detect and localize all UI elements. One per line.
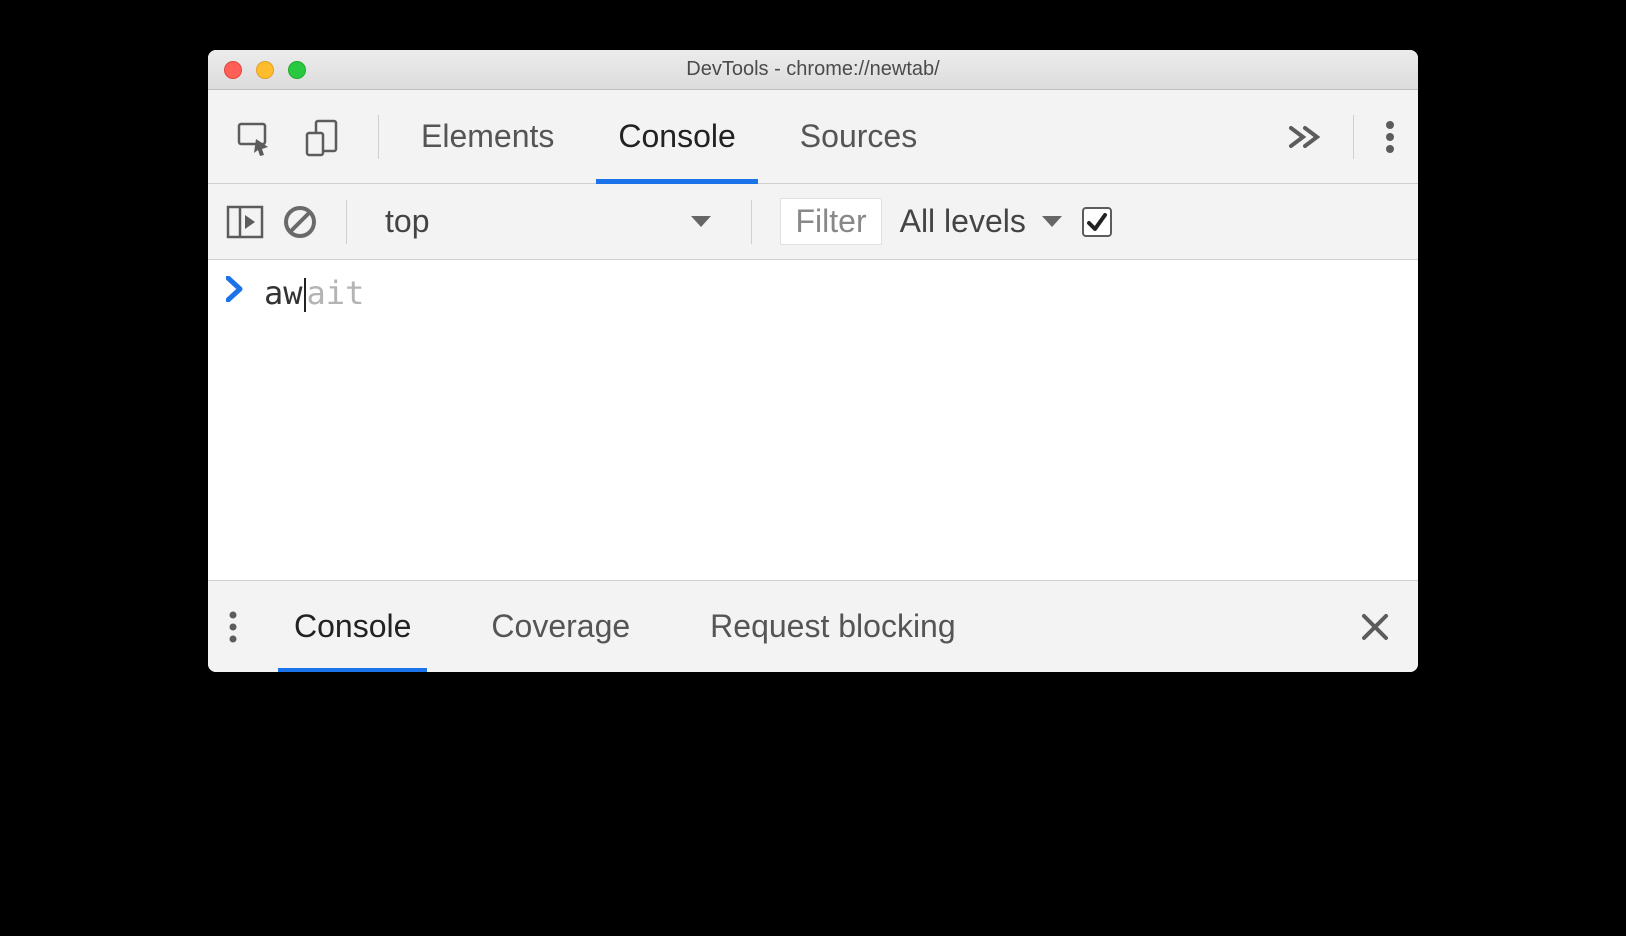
- console-autocomplete-ghost: ait: [307, 274, 365, 312]
- console-prompt[interactable]: await: [208, 260, 1418, 326]
- tab-elements[interactable]: Elements: [389, 90, 586, 183]
- titlebar: DevTools - chrome://newtab/: [208, 50, 1418, 90]
- levels-label: All levels: [900, 203, 1026, 240]
- zoom-window-button[interactable]: [288, 61, 306, 79]
- context-label: top: [385, 203, 429, 240]
- separator: [346, 200, 347, 244]
- tab-console[interactable]: Console: [586, 90, 767, 183]
- inspect-element-icon[interactable]: [234, 117, 274, 157]
- settings-checkbox[interactable]: [1082, 207, 1112, 237]
- window-title: DevTools - chrome://newtab/: [208, 58, 1418, 81]
- kebab-menu-icon[interactable]: [1382, 117, 1398, 157]
- chevron-down-icon: [1040, 214, 1064, 230]
- execution-context-selector[interactable]: top: [375, 203, 723, 240]
- drawer-tab-coverage[interactable]: Coverage: [465, 581, 656, 672]
- filter-input[interactable]: Filter: [780, 198, 881, 245]
- text-cursor: [304, 278, 306, 312]
- close-window-button[interactable]: [224, 61, 242, 79]
- close-drawer-icon[interactable]: [1360, 612, 1400, 642]
- drawer-tab-console[interactable]: Console: [268, 581, 437, 672]
- main-tabbar: Elements Console Sources: [208, 90, 1418, 184]
- separator: [378, 115, 379, 159]
- tab-sources[interactable]: Sources: [768, 90, 949, 183]
- separator: [751, 200, 752, 244]
- minimize-window-button[interactable]: [256, 61, 274, 79]
- drawer-tabbar: Console Coverage Request blocking: [208, 580, 1418, 672]
- more-tabs-icon[interactable]: [1285, 122, 1325, 152]
- clear-console-icon[interactable]: [282, 204, 318, 240]
- filter-placeholder: Filter: [795, 203, 866, 239]
- chevron-down-icon: [689, 214, 713, 230]
- window-controls: [208, 61, 306, 79]
- console-output[interactable]: await: [208, 260, 1418, 580]
- console-input-typed: aw: [264, 274, 303, 312]
- prompt-indicator-icon: [226, 276, 244, 302]
- devtools-window: DevTools - chrome://newtab/ Elements Con…: [208, 50, 1418, 672]
- console-toolbar: top Filter All levels: [208, 184, 1418, 260]
- separator: [1353, 115, 1354, 159]
- device-toggle-icon[interactable]: [302, 117, 342, 157]
- drawer-tab-request-blocking[interactable]: Request blocking: [684, 581, 981, 672]
- toggle-sidebar-icon[interactable]: [226, 205, 264, 239]
- log-levels-selector[interactable]: All levels: [900, 203, 1064, 240]
- kebab-menu-icon[interactable]: [226, 609, 240, 645]
